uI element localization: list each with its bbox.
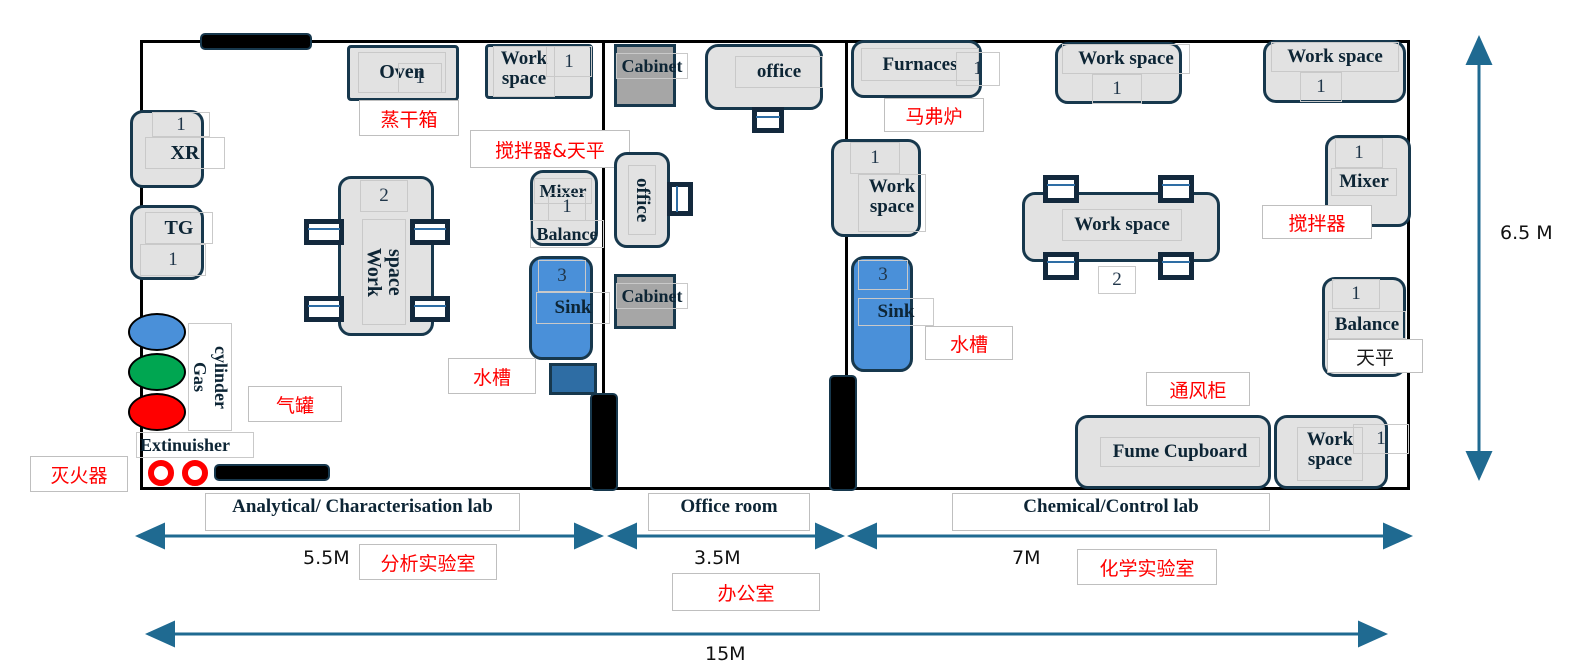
chair-office-top — [752, 107, 784, 133]
dim-office: 3.5M — [694, 547, 741, 569]
cabinet-top-label: Cabinet — [616, 53, 688, 79]
chair-c2 — [1158, 175, 1194, 203]
ws-top1-word1: Work — [500, 48, 548, 69]
sink-b-qty: 3 — [858, 260, 908, 290]
oven-qty: 1 — [398, 63, 442, 93]
wall-top — [140, 40, 1410, 43]
gas-cylinder-green — [128, 353, 186, 391]
chair-4 — [410, 296, 450, 322]
ws-chem1-word2: space — [869, 195, 915, 217]
floor-plan: 1 XR TG 1 Oven 1 蒸干箱 2 Work space Gas cy… — [0, 0, 1581, 672]
chair-office-side — [667, 182, 693, 216]
ws-top2-qty: 1 — [1092, 74, 1142, 104]
sink-a-qty: 3 — [538, 260, 586, 292]
office-side-label: office — [628, 165, 656, 235]
extinguisher-label: Extinuisher — [136, 432, 254, 458]
tg-qty: 1 — [140, 244, 206, 276]
door-top-left — [200, 33, 312, 50]
chair-c3 — [1043, 252, 1079, 280]
ws-analytical-label-1: Work — [362, 219, 385, 325]
balance-b-qty: 1 — [1332, 279, 1380, 309]
extinguisher-cn-label: 灭火器 — [30, 456, 128, 492]
ws-top3-qty: 1 — [1300, 72, 1342, 102]
ws-center-label: Work space — [1062, 209, 1182, 241]
ws-chem1-word1: Work — [868, 176, 916, 197]
mixer-b-cn-label: 搅拌器 — [1262, 205, 1372, 239]
balance-b-cn-label: 天平 — [1327, 339, 1423, 373]
ws-top1-word2: space — [501, 67, 547, 89]
cabinet-mid-label: Cabinet — [616, 283, 688, 309]
ws-analytical-label-2: space — [384, 219, 406, 325]
gas-cylinder-blue — [128, 313, 186, 351]
dim-total-height: 6.5 M — [1500, 222, 1553, 244]
fume-label: Fume Cupboard — [1100, 437, 1260, 467]
extinguisher-1 — [148, 460, 174, 486]
dim-office-cn: 办公室 — [672, 573, 820, 611]
dim-analytical-cn: 分析实验室 — [359, 544, 497, 580]
sink-b-cn-label: 水槽 — [925, 326, 1013, 360]
room-label-office: Office room — [648, 493, 810, 531]
ws-top3-label: Work space — [1271, 42, 1399, 72]
ws-d-word1: Work — [1306, 429, 1354, 450]
furnaces-cn-label: 马弗炉 — [884, 98, 984, 132]
furnaces-qty: 1 — [956, 52, 1000, 86]
sink-b-label: Sink — [858, 298, 934, 326]
gas-cylinder-label-1: Gas — [188, 323, 210, 431]
ws-center-qty: 2 — [1098, 266, 1136, 294]
chair-2 — [410, 219, 450, 245]
door-divider-2 — [829, 375, 857, 491]
office-top-label: office — [735, 56, 823, 88]
sink-a-label: Sink — [536, 292, 610, 324]
gas-cylinder-label-2: cylinder — [210, 323, 232, 431]
gas-cylinder-red — [128, 393, 186, 431]
door-divider-1 — [590, 393, 618, 491]
dim-analytical: 5.5M — [303, 547, 350, 569]
chair-c1 — [1043, 175, 1079, 203]
ws-chem1-label: Work space — [858, 174, 926, 232]
gas-cylinder-cn-label: 气罐 — [248, 386, 342, 422]
ws-top2-label: Work space — [1062, 44, 1190, 74]
chair-c4 — [1158, 252, 1194, 280]
chair-1 — [304, 219, 344, 245]
door-bottom-left — [214, 464, 330, 481]
oven-cn-label: 蒸干箱 — [359, 100, 459, 136]
dim-total-width: 15M — [705, 643, 746, 665]
mixer-balance-cn-label: 搅拌器&天平 — [470, 130, 630, 168]
room-label-analytical: Analytical/ Characterisation lab — [205, 493, 520, 531]
xr-label: XR — [145, 137, 225, 169]
ws-d-word2: space — [1307, 448, 1353, 470]
fume-cn-label: 通风柜 — [1146, 372, 1250, 406]
mixer-b-label: Mixer — [1331, 168, 1397, 196]
mixer-a-qty: 1 — [548, 193, 586, 221]
ws-analytical-qty: 2 — [360, 180, 408, 212]
ws-chem1-qty: 1 — [850, 142, 900, 174]
sink-a-cn-label: 水槽 — [448, 358, 536, 394]
xr-qty: 1 — [152, 112, 210, 137]
equipment-sink-drain — [549, 363, 597, 395]
tg-label: TG — [145, 212, 213, 244]
extinguisher-2 — [182, 460, 208, 486]
room-label-chemical: Chemical/Control lab — [952, 493, 1270, 531]
balance-a-label: Balance — [530, 220, 604, 248]
wall-right — [1407, 40, 1410, 490]
mixer-b-qty: 1 — [1335, 138, 1383, 168]
dim-chemical: 7M — [1012, 547, 1041, 569]
ws-top1-qty: 1 — [546, 46, 592, 77]
ws-d-qty: 1 — [1353, 424, 1409, 454]
balance-b-label: Balance — [1328, 311, 1406, 339]
chair-3 — [304, 296, 344, 322]
dim-chemical-cn: 化学实验室 — [1077, 549, 1217, 585]
